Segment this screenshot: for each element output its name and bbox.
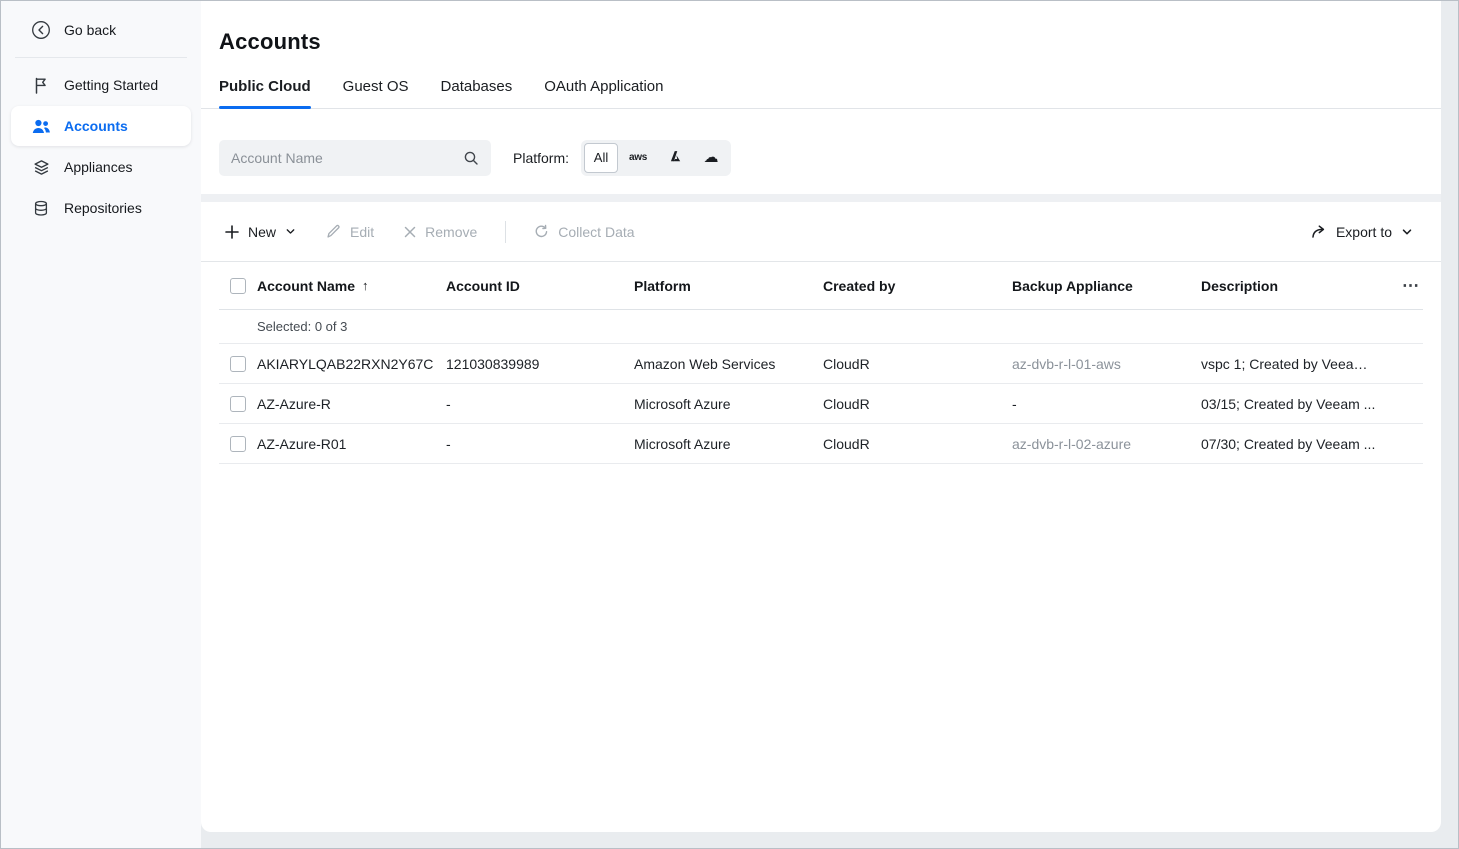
cell-backup-appliance: az-dvb-r-l-02-azure — [1012, 436, 1201, 452]
cell-account-id: - — [446, 396, 634, 412]
platform-filter: Platform: All aws ☁ — [513, 140, 731, 176]
sidebar-item-accounts[interactable]: Accounts — [11, 106, 191, 146]
sidebar: Go back Getting Started Accounts Applian… — [1, 1, 201, 848]
platform-azure-button[interactable] — [658, 143, 692, 173]
platform-label: Platform: — [513, 150, 569, 166]
azure-icon — [668, 149, 683, 167]
sidebar-item-getting-started[interactable]: Getting Started — [11, 65, 191, 105]
column-header-created-by[interactable]: Created by — [823, 278, 1012, 294]
select-all-checkbox[interactable] — [230, 278, 246, 294]
cell-platform: Amazon Web Services — [634, 356, 823, 372]
column-header-description[interactable]: Description — [1201, 278, 1389, 294]
cell-account-name: AZ-Azure-R01 — [257, 436, 446, 452]
table-header-row: Account Name ↑ Account ID Platform Creat… — [219, 262, 1423, 310]
search-icon[interactable] — [463, 150, 479, 166]
collect-data-button[interactable]: Collect Data — [534, 224, 634, 240]
cell-account-name: AZ-Azure-R — [257, 396, 446, 412]
aws-icon: aws — [629, 153, 647, 163]
table-row[interactable]: AZ-Azure-R01 - Microsoft Azure CloudR az… — [219, 424, 1423, 464]
column-options-button[interactable]: ⋯ — [1398, 275, 1423, 296]
cell-platform: Microsoft Azure — [634, 436, 823, 452]
tab-oauth-application[interactable]: OAuth Application — [544, 78, 663, 108]
pencil-icon — [326, 224, 341, 239]
remove-button[interactable]: Remove — [404, 224, 477, 240]
plus-icon — [225, 225, 239, 239]
column-header-platform[interactable]: Platform — [634, 278, 823, 294]
sidebar-item-appliances[interactable]: Appliances — [11, 147, 191, 187]
row-checkbox[interactable] — [230, 356, 246, 372]
sidebar-item-label: Appliances — [64, 159, 133, 175]
appliance-stack-icon — [31, 157, 51, 177]
users-icon — [31, 116, 51, 136]
google-cloud-icon: ☁ — [704, 150, 719, 165]
column-header-backup-appliance[interactable]: Backup Appliance — [1012, 278, 1201, 294]
sidebar-divider — [15, 57, 187, 58]
tab-databases[interactable]: Databases — [441, 78, 513, 108]
sidebar-item-label: Accounts — [64, 118, 128, 134]
cell-created-by: CloudR — [823, 436, 1012, 452]
table-toolbar: New Edit Remove — [201, 202, 1441, 262]
sidebar-item-label: Repositories — [64, 200, 142, 216]
search-input[interactable] — [231, 150, 463, 166]
main-panel: Accounts Public Cloud Guest OS Databases… — [201, 1, 1441, 832]
cell-backup-appliance: - — [1012, 396, 1201, 412]
row-checkbox[interactable] — [230, 436, 246, 452]
cell-account-name: AKIARYLQAB22RXN2Y67C — [257, 356, 446, 372]
selection-summary-row: Selected: 0 of 3 — [219, 310, 1423, 344]
new-button-label: New — [248, 224, 276, 240]
cell-description: vspc 1; Created by Veeam ... — [1201, 356, 1389, 372]
platform-aws-button[interactable]: aws — [620, 143, 656, 173]
tab-guest-os[interactable]: Guest OS — [343, 78, 409, 108]
row-checkbox[interactable] — [230, 396, 246, 412]
tab-public-cloud[interactable]: Public Cloud — [219, 78, 311, 108]
sort-ascending-icon: ↑ — [362, 278, 369, 293]
chevron-down-icon — [1401, 226, 1413, 238]
go-back-label: Go back — [64, 22, 116, 38]
accounts-table: Account Name ↑ Account ID Platform Creat… — [201, 262, 1441, 464]
back-circle-icon — [31, 20, 51, 40]
go-back-button[interactable]: Go back — [11, 10, 191, 50]
selection-summary: Selected: 0 of 3 — [257, 319, 1423, 334]
cell-created-by: CloudR — [823, 356, 1012, 372]
export-to-button[interactable]: Export to — [1311, 224, 1413, 240]
search-box — [219, 140, 491, 176]
page-title: Accounts — [201, 1, 1441, 55]
cell-account-id: - — [446, 436, 634, 452]
cell-account-id: 121030839989 — [446, 356, 634, 372]
platform-google-cloud-button[interactable]: ☁ — [694, 143, 728, 173]
table-row[interactable]: AZ-Azure-R - Microsoft Azure CloudR - 03… — [219, 384, 1423, 424]
app-window: Go back Getting Started Accounts Applian… — [0, 0, 1459, 849]
cell-backup-appliance: az-dvb-r-l-01-aws — [1012, 356, 1201, 372]
edit-button[interactable]: Edit — [326, 224, 374, 240]
remove-button-label: Remove — [425, 224, 477, 240]
toolbar-divider — [505, 221, 506, 243]
sidebar-item-repositories[interactable]: Repositories — [11, 188, 191, 228]
platform-all-button[interactable]: All — [584, 143, 618, 173]
chevron-down-icon — [285, 226, 296, 237]
platform-filter-group: All aws ☁ — [581, 140, 731, 176]
refresh-icon — [534, 224, 549, 239]
filter-bar: Platform: All aws ☁ — [201, 109, 1441, 194]
collect-data-label: Collect Data — [558, 224, 634, 240]
x-icon — [404, 226, 416, 238]
sidebar-item-label: Getting Started — [64, 77, 158, 93]
flag-icon — [31, 75, 51, 95]
table-row[interactable]: AKIARYLQAB22RXN2Y67C 121030839989 Amazon… — [219, 344, 1423, 384]
column-header-account-name[interactable]: Account Name ↑ — [257, 278, 446, 294]
cell-platform: Microsoft Azure — [634, 396, 823, 412]
cell-description: 07/30; Created by Veeam ... — [1201, 436, 1389, 452]
export-arrow-icon — [1311, 224, 1327, 239]
export-to-label: Export to — [1336, 224, 1392, 240]
cell-created-by: CloudR — [823, 396, 1012, 412]
edit-button-label: Edit — [350, 224, 374, 240]
tab-bar: Public Cloud Guest OS Databases OAuth Ap… — [201, 78, 1441, 109]
column-header-account-id[interactable]: Account ID — [446, 278, 634, 294]
repository-database-icon — [31, 198, 51, 218]
cell-description: 03/15; Created by Veeam ... — [1201, 396, 1389, 412]
section-divider — [201, 194, 1441, 202]
new-button[interactable]: New — [225, 224, 296, 240]
